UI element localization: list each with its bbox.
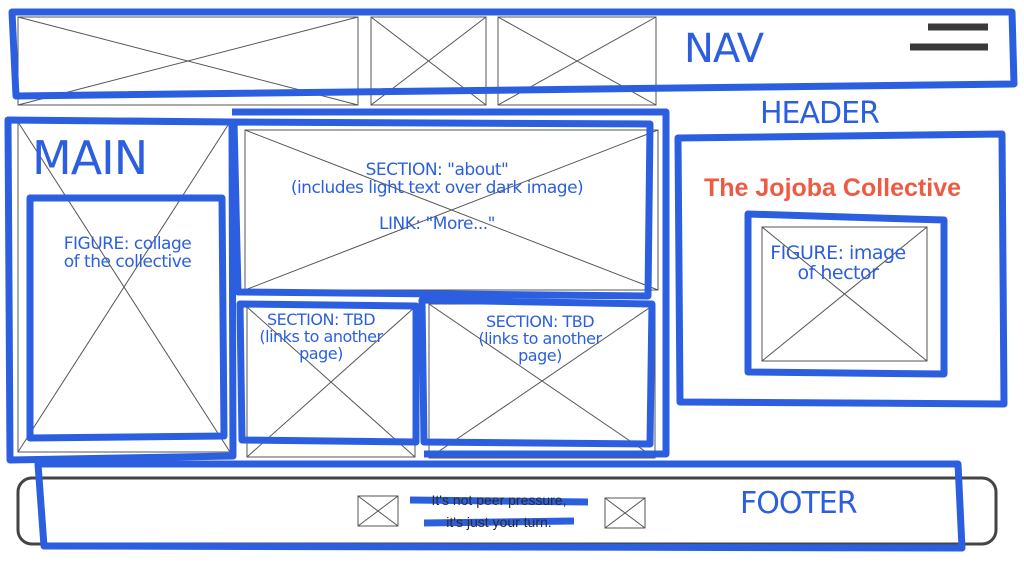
footer-icon-placeholder <box>604 497 646 529</box>
hamburger-menu-icon <box>910 23 988 51</box>
footer-label: FOOTER <box>740 486 858 521</box>
header-label: HEADER <box>760 96 880 131</box>
main-label: MAIN <box>32 131 148 185</box>
more-link-label: LINK: "More..." <box>379 214 495 234</box>
footer-icon-placeholder <box>357 495 399 527</box>
about-section-label: SECTION: "about" (includes light text ov… <box>290 160 584 198</box>
figure-hector-outline <box>744 210 948 378</box>
tbd-section-2-label: SECTION: TBD (links to another page) <box>478 312 602 365</box>
nav-label: NAV <box>684 26 764 72</box>
footer-tagline: It's not peer pressure, it's just your t… <box>431 492 567 530</box>
about-image-placeholder <box>244 129 659 291</box>
figure-collage-label: FIGURE: collage of the collective <box>63 234 192 272</box>
figure-hector-label: FIGURE: image of hector <box>770 242 906 284</box>
site-title: The Jojoba Collective <box>704 174 962 202</box>
tbd-section-1-label: SECTION: TBD (links to another page) <box>259 310 383 363</box>
